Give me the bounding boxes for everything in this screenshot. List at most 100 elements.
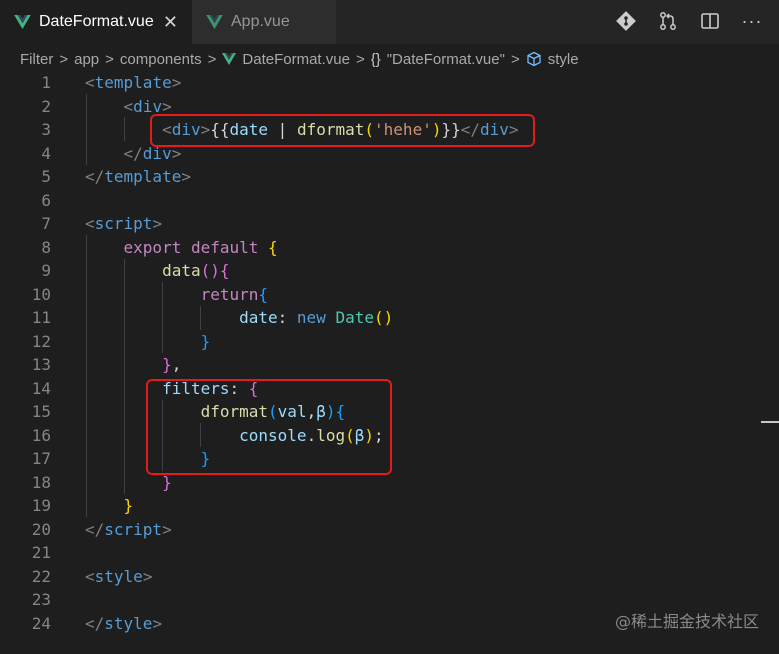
chevron-right-icon: > — [59, 50, 69, 68]
code-text: data(){ — [85, 259, 230, 283]
pull-request-icon — [660, 12, 676, 30]
line-number: 4 — [41, 143, 51, 163]
code-text: return{ — [85, 283, 268, 307]
chevron-right-icon: > — [510, 50, 520, 68]
code-token: } — [123, 496, 134, 515]
code-line[interactable]: 21 — [0, 541, 779, 565]
tab-bar: DateFormat.vue ✕ App.vue ··· — [0, 0, 779, 45]
line-number: 3 — [41, 120, 51, 139]
more-icon: ··· — [741, 10, 763, 31]
breadcrumb-item-components[interactable]: components — [120, 51, 202, 68]
line-number: 16 — [31, 425, 51, 445]
split-editor-icon — [701, 13, 719, 29]
breadcrumb-item-filter[interactable]: Filter — [20, 51, 53, 68]
indent-guide — [124, 259, 125, 494]
line-number: 6 — [41, 190, 51, 210]
code-line[interactable]: 10 return{ — [0, 283, 779, 307]
code-text: </style> — [85, 612, 162, 636]
code-token: </ — [85, 613, 105, 633]
code-text: <template> — [85, 71, 181, 95]
code-line[interactable]: 7 <script> — [0, 212, 779, 236]
git-compare-icon — [616, 11, 636, 31]
code-line[interactable]: 20 </script> — [0, 518, 779, 542]
breadcrumb-item-file[interactable]: DateFormat.vue — [222, 51, 350, 68]
code-token: </ — [85, 519, 105, 539]
git-compare-button[interactable] — [615, 10, 637, 32]
close-tab-icon[interactable]: ✕ — [163, 13, 178, 31]
code-text: </template> — [85, 165, 191, 189]
line-number: 11 — [31, 308, 51, 327]
code-line[interactable]: 19 } — [0, 494, 779, 518]
code-line[interactable]: 9 data(){ — [0, 259, 779, 283]
indent-guide — [162, 282, 163, 353]
split-editor-button[interactable] — [699, 10, 721, 32]
scrollbar-marker[interactable] — [761, 421, 779, 423]
breadcrumb-item-style[interactable]: style — [526, 51, 579, 68]
code-editor[interactable]: 1 <template> 2 <div> 3 <div>{{date | dforma… — [0, 70, 779, 654]
pull-request-button[interactable] — [657, 10, 679, 32]
code-token: default — [190, 237, 259, 257]
code-text: }, — [85, 353, 181, 377]
indent-guide — [200, 306, 201, 330]
code-token: { — [258, 284, 269, 304]
code-token: (){ — [200, 261, 230, 280]
tab-dateformat-vue[interactable]: DateFormat.vue ✕ — [0, 0, 192, 44]
code-token: script — [94, 214, 153, 233]
code-line[interactable]: 13 }, — [0, 353, 779, 377]
line-number: 21 — [31, 543, 51, 562]
line-number: 23 — [31, 590, 51, 609]
breadcrumb-item-app[interactable]: app — [74, 51, 99, 68]
code-line[interactable]: 6 — [0, 189, 779, 213]
code-text: } — [85, 494, 134, 518]
code-line[interactable]: 18 } — [0, 471, 779, 495]
code-token: script — [104, 519, 163, 539]
chevron-right-icon: > — [105, 50, 114, 68]
code-line[interactable]: 22 <style> — [0, 565, 779, 589]
vue-file-icon — [14, 15, 31, 29]
vue-file-icon — [222, 53, 237, 65]
code-token: > — [162, 519, 172, 539]
breadcrumb-component-label: "DateFormat.vue" — [386, 50, 505, 68]
code-text: date: new Date() — [85, 306, 393, 330]
code-line[interactable]: 1 <template> — [0, 71, 779, 95]
tab-app-vue[interactable]: App.vue — [192, 0, 336, 44]
breadcrumb: Filter > app > components > DateFormat.v… — [0, 46, 779, 72]
indent-guide — [86, 235, 87, 517]
code-token: export — [123, 237, 182, 257]
code-line[interactable]: 12 } — [0, 330, 779, 354]
code-line[interactable]: 11 date: new Date() — [0, 306, 779, 330]
code-token: < — [85, 73, 95, 92]
line-number: 13 — [31, 355, 51, 374]
code-token: () — [374, 308, 394, 327]
code-line[interactable]: 5 </template> — [0, 165, 779, 189]
code-token: } — [200, 331, 211, 351]
line-number: 9 — [41, 261, 51, 280]
line-number: 12 — [31, 331, 51, 351]
code-token: < — [123, 96, 134, 116]
line-number: 10 — [31, 284, 51, 304]
code-token: < — [85, 566, 95, 586]
code-token: > — [181, 167, 191, 186]
line-number: 17 — [31, 449, 51, 468]
code-token: </ — [123, 143, 143, 163]
code-token: } — [162, 472, 172, 492]
breadcrumb-item-component[interactable]: {} "DateFormat.vue" — [371, 51, 505, 68]
breadcrumb-file-label: DateFormat.vue — [242, 50, 350, 68]
line-number: 18 — [31, 472, 51, 492]
code-token: } — [162, 355, 172, 374]
line-number: 14 — [31, 378, 51, 398]
highlight-box-template-filter — [150, 114, 535, 147]
code-token: < — [85, 214, 95, 233]
code-token: </ — [85, 167, 105, 186]
code-token: style — [104, 613, 153, 633]
code-line[interactable]: 8 export default { — [0, 236, 779, 260]
code-token: > — [152, 214, 163, 233]
code-text: <script> — [85, 212, 162, 236]
more-actions-button[interactable]: ··· — [741, 10, 763, 32]
tab-label: App.vue — [231, 13, 290, 30]
